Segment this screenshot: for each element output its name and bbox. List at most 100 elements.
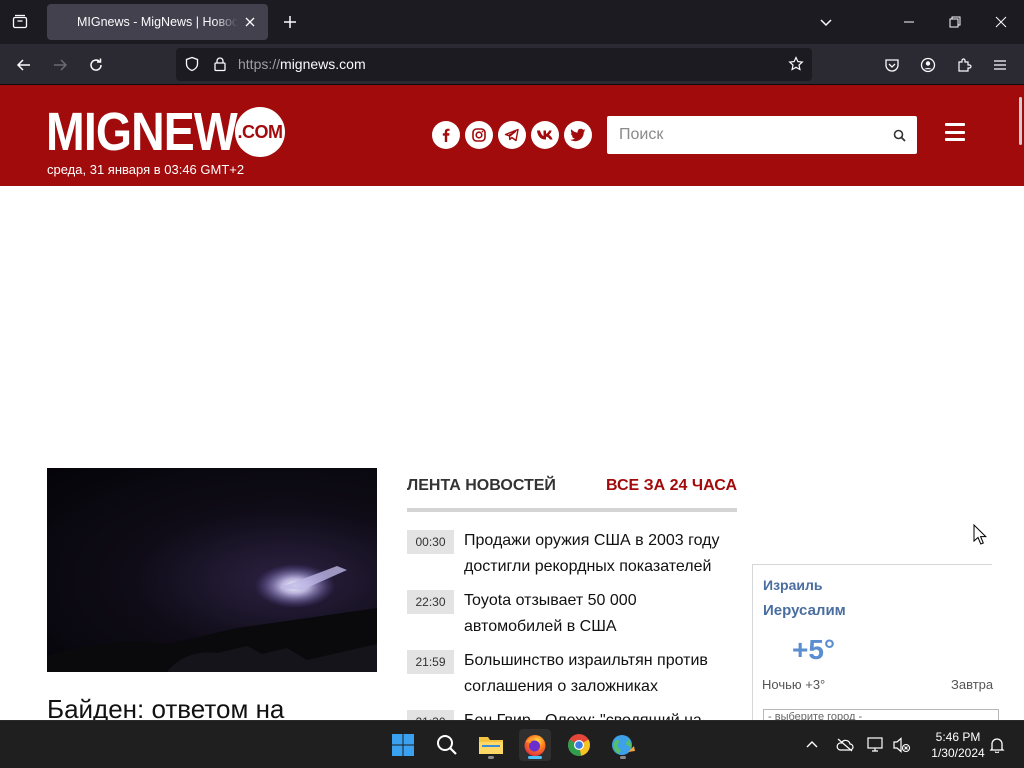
- firefox-icon: [524, 735, 546, 756]
- logo-com-badge: .COM: [235, 107, 285, 157]
- site-logo[interactable]: MIGNEWS .COM: [46, 102, 303, 162]
- weather-night: Ночью +3°: [762, 677, 826, 692]
- close-icon: [995, 16, 1007, 28]
- url-bar[interactable]: https://mignews.com: [176, 48, 812, 81]
- pocket-button[interactable]: [878, 51, 906, 79]
- forward-button[interactable]: [46, 51, 74, 79]
- start-button[interactable]: [387, 729, 419, 761]
- restore-button[interactable]: [932, 0, 978, 44]
- facebook-icon: [442, 128, 450, 142]
- taskbar-search-button[interactable]: [431, 729, 463, 761]
- instagram-link[interactable]: [465, 121, 493, 149]
- running-indicator: [620, 756, 626, 759]
- account-button[interactable]: [914, 51, 942, 79]
- feed-label: ЛЕНТА НОВОСТЕЙ: [407, 477, 556, 494]
- list-all-tabs-button[interactable]: [8, 10, 32, 34]
- new-tab-button[interactable]: [279, 11, 301, 33]
- weather-widget: Израиль Иерусалим +5° Ночью +3° Завтра -…: [752, 564, 999, 727]
- browser-nav-bar: https://mignews.com: [0, 44, 1024, 85]
- active-tab[interactable]: MIGnews - MigNews | Новости: [47, 4, 268, 40]
- url-text[interactable]: https://mignews.com: [238, 56, 366, 72]
- news-headline[interactable]: Toyota отзывает 50 000 автомобилей в США: [464, 588, 739, 640]
- tray-volume[interactable]: [892, 735, 912, 755]
- taskbar-file-explorer[interactable]: [475, 729, 507, 761]
- site-menu-button[interactable]: [945, 123, 965, 141]
- notifications-button[interactable]: [987, 735, 1007, 755]
- windows-logo-icon: [392, 734, 414, 756]
- windows-taskbar: 5:46 PM 1/30/2024: [0, 720, 1024, 768]
- tab-title: MIGnews - MigNews | Новости: [77, 15, 238, 29]
- page-scrollbar[interactable]: [1019, 97, 1022, 145]
- system-clock[interactable]: 5:46 PM 1/30/2024: [920, 729, 996, 761]
- taskbar-chrome[interactable]: [563, 729, 595, 761]
- tab-close-button[interactable]: [242, 14, 258, 30]
- burger-line: [945, 138, 965, 141]
- tracking-shield-icon[interactable]: [184, 56, 200, 72]
- pocket-icon: [885, 59, 899, 72]
- twitter-link[interactable]: [564, 121, 592, 149]
- hero-image[interactable]: [47, 468, 377, 672]
- news-item[interactable]: 21:30 Бен Гвир - Олеху: "сводящий на: [407, 708, 737, 720]
- weather-country: Израиль: [763, 577, 823, 593]
- browser-tab-bar: MIGnews - MigNews | Новости: [0, 0, 1024, 44]
- search-input[interactable]: [607, 116, 877, 154]
- close-window-button[interactable]: [978, 0, 1024, 44]
- site-header: MIGNEWS .COM среда, 31 января в 03:46 GM…: [0, 85, 1024, 186]
- twitter-icon: [570, 128, 586, 142]
- running-indicator: [488, 756, 494, 759]
- news-feed-header: ЛЕНТА НОВОСТЕЙ ВСЕ ЗА 24 ЧАСА: [407, 476, 737, 512]
- speaker-muted-icon: [893, 737, 911, 753]
- facebook-link[interactable]: [432, 121, 460, 149]
- tray-network[interactable]: [866, 735, 886, 755]
- site-search: [607, 116, 917, 154]
- tab-list-icon: [12, 14, 28, 29]
- news-time: 21:30: [407, 710, 454, 720]
- tray-overflow-button[interactable]: [802, 735, 822, 755]
- burger-line: [945, 130, 965, 134]
- folder-icon: [479, 737, 503, 754]
- search-button[interactable]: [889, 125, 909, 145]
- back-button[interactable]: [10, 51, 38, 79]
- arrow-left-icon: [16, 59, 30, 71]
- app-menu-button[interactable]: [986, 51, 1014, 79]
- hero-photo: [47, 564, 377, 672]
- lock-icon[interactable]: [212, 56, 228, 72]
- tabs-overflow-button[interactable]: [815, 11, 837, 33]
- extensions-button[interactable]: [950, 51, 978, 79]
- clock-time: 5:46 PM: [935, 730, 981, 744]
- vk-link[interactable]: [531, 121, 559, 149]
- active-indicator: [528, 756, 542, 759]
- minimize-icon: [904, 21, 914, 23]
- reload-button[interactable]: [82, 51, 110, 79]
- weather-tomorrow[interactable]: Завтра: [951, 677, 993, 692]
- instagram-icon: [472, 128, 486, 142]
- network-icon: [867, 737, 883, 752]
- clock-date: 1/30/2024: [931, 746, 985, 760]
- news-time: 22:30: [407, 590, 454, 614]
- news-headline[interactable]: Большинство израильтян против соглашения…: [464, 648, 739, 700]
- url-host: mignews.com: [280, 56, 366, 72]
- cloud-offline-icon: [836, 738, 854, 752]
- feed-all-24h-link[interactable]: ВСЕ ЗА 24 ЧАСА: [606, 477, 737, 495]
- news-headline[interactable]: Бен Гвир - Олеху: "сводящий на: [464, 708, 737, 720]
- puzzle-icon: [958, 58, 972, 72]
- mouse-cursor-icon: [973, 524, 987, 545]
- globe-app-icon: [612, 735, 635, 755]
- minimize-button[interactable]: [886, 0, 932, 44]
- close-icon: [245, 17, 255, 27]
- bookmark-star-icon[interactable]: [788, 56, 804, 72]
- telegram-icon: [504, 128, 519, 142]
- vk-icon: [537, 130, 553, 140]
- logo-wordmark: MIGNEWS: [46, 102, 268, 162]
- tray-onedrive[interactable]: [835, 735, 855, 755]
- account-icon: [920, 57, 936, 73]
- telegram-link[interactable]: [498, 121, 526, 149]
- news-headline[interactable]: Продажи оружия США в 2003 году достигли …: [464, 528, 739, 580]
- taskbar-app[interactable]: [607, 729, 639, 761]
- weather-city: Иерусалим: [763, 602, 846, 619]
- news-time: 00:30: [407, 530, 454, 554]
- arrow-right-icon: [54, 59, 68, 71]
- current-date: среда, 31 января в 03:46 GMT+2: [47, 162, 245, 177]
- taskbar-firefox[interactable]: [519, 729, 551, 761]
- bell-icon: [989, 738, 1005, 753]
